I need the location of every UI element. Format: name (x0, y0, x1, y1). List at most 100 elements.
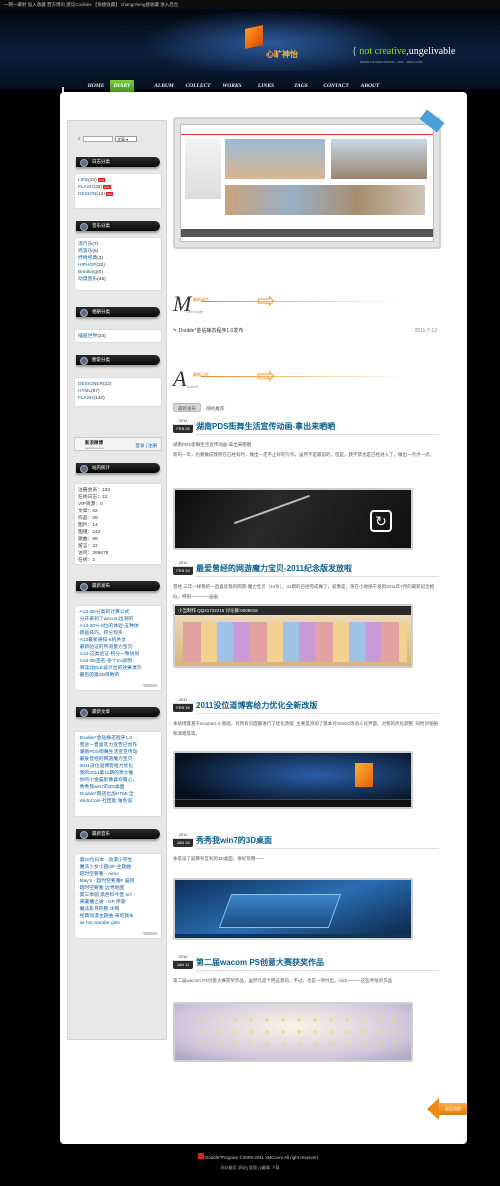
hot-post-item[interactable]: 我总一直喜欢力宣告已创作 (78, 742, 159, 749)
post-item: 2011 JAN 18 秀秀我win7的3D桌面 本是设了就算有互利的3D桌面，很… (173, 832, 445, 958)
top-bar: 一网一藏射 加入收藏 营方博讯 建议Cookies 【快捷收藏】 changch… (0, 0, 500, 9)
post-title[interactable]: 2011没位道博客给力优化全新改版 (196, 700, 317, 711)
post-item: 2011 FEB 26 湖南PDS街舞生活宣传动画-拿出来晒晒 湖南PDS街舞生活… (173, 418, 445, 560)
post-title[interactable]: 湖南PDS街舞生活宣传动画-拿出来晒晒 (196, 421, 335, 432)
weibo-sub: www.sina.com (85, 446, 105, 450)
music-cat-item[interactable]: Breaking(0) (78, 269, 159, 276)
post-thumbnail[interactable] (173, 878, 413, 940)
search-input[interactable] (83, 136, 113, 142)
work-cat-item[interactable]: DESIGNER(22) (78, 381, 159, 388)
log-cat-design[interactable]: DESIGN(13) (78, 191, 159, 198)
search-type-select[interactable]: 文章 ▾ (115, 136, 137, 142)
arrow-right-icon: ⇨ (257, 288, 276, 313)
hot-music-list: 第10位日本 - 动漫小学生 魔法少女小圆OP 主题曲 超时空要塞 - Aimo… (74, 853, 162, 939)
music-item[interactable]: 超时空要塞 - Aimo (78, 871, 159, 878)
hot-post-item[interactable]: 湖南PDS街舞生活宣宣传动 (78, 749, 159, 756)
post-title[interactable]: 秀秀我win7的3D桌面 (196, 835, 272, 846)
arrow-left-icon (427, 1098, 439, 1120)
post-title[interactable]: 第二届wacom PS创意大赛获奖作品 (196, 957, 324, 968)
music-cat-item[interactable]: 抒情经典(3) (78, 255, 159, 262)
swirl-decor (233, 494, 317, 542)
music-item[interactable]: se hot wonder girls (78, 920, 159, 927)
message-text: Double*金钻静态程序1.0发布 (178, 328, 244, 334)
sparkles-decor (195, 1014, 395, 1054)
new-pub-item[interactable]: A13最新通知-8机共享 (78, 637, 159, 644)
weibo-login-link[interactable]: 登录 | 注册 (135, 443, 157, 449)
work-cat-item[interactable]: FLASH(142) (78, 395, 159, 402)
featured-screenshot[interactable] (173, 109, 445, 249)
post-divider (196, 848, 439, 849)
post-title[interactable]: 最爱曾经的网游魔力宝贝-2011纪念版发放啦 (196, 563, 352, 574)
music-item[interactable]: 第三季圆 黑色料今音 to7 (78, 892, 159, 899)
music-item[interactable]: 第10位日本 - 动漫小学生 (78, 857, 159, 864)
sec-head-work-cat: 图说分类 (76, 355, 160, 365)
stat-item: 图片：14 (78, 523, 98, 528)
tab-random[interactable]: 随机推荐 (202, 404, 228, 413)
slogan-sub: WANGYULIANG DESIGN . 2011 . XMCX.COM (360, 60, 423, 64)
hot-post-item[interactable]: 秀秀我win7的3D桌面 (78, 784, 159, 791)
hot-post-item[interactable]: 最爱曾经的网游魔力宝贝- (78, 756, 159, 763)
tab-latest[interactable]: 最新发布 (173, 403, 201, 412)
music-cat-item[interactable]: 动漫音乐(45) (78, 276, 159, 283)
hot-post-item[interactable]: Double*金钻静态程序1.0 (78, 735, 159, 742)
music-cat-item[interactable]: HIPHOP(20) (78, 262, 159, 269)
hot-post-item[interactable]: 我的2011第11期的贵大推 (78, 770, 159, 777)
music-item[interactable]: 魔法影月的那 水莓 (78, 906, 159, 913)
new-pub-item[interactable]: 最后的第3D目数的 (78, 672, 159, 679)
post-item: 2010 JAN 11 第二届wacom PS创意大赛获奖作品 第二届wacom … (173, 954, 445, 1090)
music-item[interactable]: 魔法少女小圆OP 主题曲 (78, 864, 159, 871)
footer-links[interactable]: 网站备案 [网站] 管理 | [编辑] 下载 (0, 1165, 500, 1171)
music-item[interactable]: May'n - 超时空要塞F 猫目 (78, 878, 159, 885)
logo-cube-icon[interactable] (245, 25, 263, 49)
work-cat-item[interactable]: HTML(57) (78, 388, 159, 395)
more-button[interactable] (143, 684, 157, 687)
sidebar: ⌕ 文章 ▾ 日志分类 LIFE(23) FLASH(33) DESIGN(13… (67, 120, 167, 1040)
music-item[interactable]: 超时空要塞 边界地图 (78, 885, 159, 892)
post-date: 2011 JAN 18 (173, 832, 193, 847)
new-pub-item[interactable]: A13-3D签名-多个mc颜料 (78, 658, 159, 665)
site-logo-text[interactable]: 心旷神怡 (266, 49, 298, 60)
new-pub-item[interactable]: 分开表到了wacom出测的 (78, 616, 159, 623)
hot-post-item[interactable]: Double*网店也加HTML全 (78, 791, 159, 798)
section-title-article: A 最新日志 Article ⇨ (173, 362, 459, 396)
post-thumbnail[interactable]: 小当制作 QQ41722215 讨论群:6006018 (173, 604, 413, 668)
back-to-top-button[interactable]: 返回顶部 (427, 1098, 467, 1120)
work-cat-list: DESIGNER(22) HTML(57) FLASH(142) (74, 377, 162, 407)
featured-banner-2 (331, 139, 427, 179)
post-thumbnail[interactable] (173, 1002, 413, 1062)
refresh-icon: ↻ (370, 510, 392, 532)
hot-post-item[interactable]: WidoCool-社团能 角色设 (78, 798, 159, 805)
message-item[interactable]: ✎ Double*金钻静态程序1.0发布 2011-7-12 (173, 326, 437, 336)
stat-item: 注册会员：133 (78, 488, 110, 493)
album-cat-item[interactable]: 插画世界(34) (78, 333, 159, 340)
music-item[interactable]: 東藏槽之通 - OP 原歌 (78, 899, 159, 906)
new-pub-list: A13-3D分类的计算公式 分开表到了wacom出测的 A13-30%-8位的体… (74, 605, 162, 691)
post-thumbnail[interactable] (173, 751, 413, 809)
content-wrapper: ⌕ 文章 ▾ 日志分类 LIFE(23) FLASH(33) DESIGN(13… (60, 92, 467, 1144)
new-pub-item[interactable]: A13-3D分类的计算公式 (78, 609, 159, 616)
hot-post-item[interactable]: 2011没位道博客给力优化 (78, 763, 159, 770)
new-pub-item[interactable]: 阅读北ELE设计出的效果演示 (78, 665, 159, 672)
music-cat-item[interactable]: 流行乐(7) (78, 241, 159, 248)
stat-item: 文章：62 (78, 509, 98, 514)
log-cat-list: LIFE(23) FLASH(33) DESIGN(13) (74, 173, 162, 209)
hot-post-item[interactable]: 你的小金猫影像喜欢服心， (78, 777, 159, 784)
post-excerpt: 本站博客基于Double1.0 基础，对所有页面都进行了优化改版, 主要是添加了… (173, 721, 439, 736)
sec-head-stats: 站内统计 (76, 463, 160, 473)
sec-head-hot-post: 最新文章 (76, 707, 160, 717)
log-cat-flash[interactable]: FLASH(33) (78, 184, 159, 191)
new-pub-item[interactable]: 新画技巧，积分现多 (78, 630, 159, 637)
sec-head-music-cat: 音乐分类 (76, 221, 160, 231)
post-excerpt: 本是设了就算有互利的3D桌面，很好玩哦一一 (173, 856, 265, 861)
music-item[interactable]: 经典动漫主题曲-来吃我永 (78, 913, 159, 920)
section-divider (201, 301, 405, 302)
log-cat-life[interactable]: LIFE(23) (78, 177, 159, 184)
new-pub-item[interactable]: 最新验证的所测量力宝贝- (78, 644, 159, 651)
new-pub-item[interactable]: A13-30%-8位的体验-五种体 (78, 623, 159, 630)
more-button[interactable] (143, 932, 157, 935)
post-thumbnail[interactable]: ↻ (173, 488, 413, 550)
new-pub-item[interactable]: A13-这类验证-积分一致协同 (78, 651, 159, 658)
music-cat-item[interactable]: 摇滚乐(5) (78, 248, 159, 255)
stat-item: 歌曲：96 (78, 537, 98, 542)
taskbar (175, 934, 411, 938)
